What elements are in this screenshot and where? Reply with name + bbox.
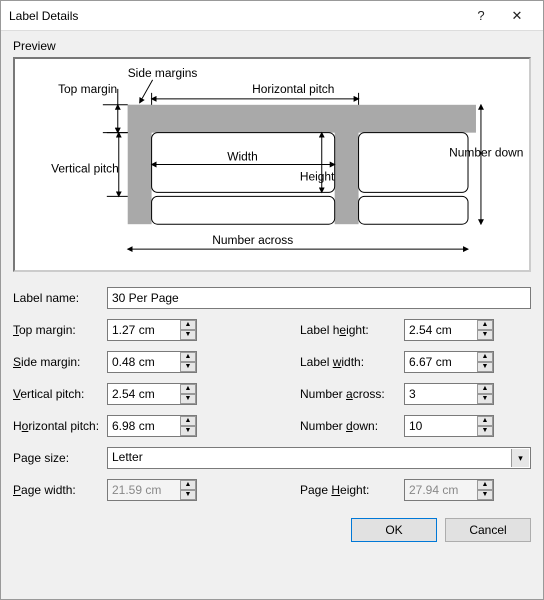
top-margin-spinner[interactable]: ▲▼ (180, 320, 196, 340)
page-height-label: Page Height: (300, 483, 404, 497)
page-size-select[interactable]: Letter ▾ (107, 447, 531, 469)
number-across-label: Number across: (300, 387, 404, 401)
label-name-label: Label name: (13, 291, 107, 305)
chevron-down-icon: ▾ (511, 449, 529, 467)
diagram-side-margins: Side margins (128, 66, 198, 80)
preview-box: Side margins Top margin Horizontal pitch… (13, 57, 531, 272)
label-name-input[interactable] (107, 287, 531, 309)
label-width-spinner[interactable]: ▲▼ (477, 352, 493, 372)
ok-button[interactable]: OK (351, 518, 437, 542)
side-margin-spinner[interactable]: ▲▼ (180, 352, 196, 372)
label-details-dialog: Label Details ? ✕ Preview Side m (0, 0, 544, 600)
preview-label: Preview (13, 39, 531, 53)
close-button[interactable]: ✕ (499, 2, 535, 30)
dialog-title: Label Details (9, 9, 463, 23)
diagram-horizontal-pitch: Horizontal pitch (252, 82, 334, 96)
label-width-label: Label width: (300, 355, 404, 369)
diagram-number-down: Number down (449, 146, 523, 160)
help-button[interactable]: ? (463, 2, 499, 30)
dialog-content: Preview Side margins Top (1, 31, 543, 556)
titlebar: Label Details ? ✕ (1, 1, 543, 31)
label-height-label: Label height: (300, 323, 404, 337)
page-width-label: Page width: (13, 483, 107, 497)
horizontal-pitch-label: Horizontal pitch: (13, 419, 107, 433)
label-height-spinner[interactable]: ▲▼ (477, 320, 493, 340)
vertical-pitch-label: Vertical pitch: (13, 387, 107, 401)
top-margin-label: Top margin: (13, 323, 107, 337)
number-across-spinner[interactable]: ▲▼ (477, 384, 493, 404)
label-diagram: Side margins Top margin Horizontal pitch… (21, 65, 523, 264)
diagram-number-across: Number across (212, 233, 293, 247)
cancel-button[interactable]: Cancel (445, 518, 531, 542)
number-down-spinner[interactable]: ▲▼ (477, 416, 493, 436)
page-size-label: Page size: (13, 451, 107, 465)
diagram-vertical-pitch: Vertical pitch (51, 161, 119, 175)
page-width-spinner[interactable]: ▲▼ (180, 480, 196, 500)
page-size-value: Letter (112, 450, 143, 464)
dialog-buttons: OK Cancel (13, 512, 531, 548)
vertical-pitch-spinner[interactable]: ▲▼ (180, 384, 196, 404)
diagram-width: Width (227, 150, 258, 164)
form: Label name: Top margin: ▲▼ Label height:… (13, 286, 531, 548)
horizontal-pitch-spinner[interactable]: ▲▼ (180, 416, 196, 436)
number-down-label: Number down: (300, 419, 404, 433)
diagram-height: Height (300, 169, 335, 183)
page-height-spinner[interactable]: ▲▼ (477, 480, 493, 500)
diagram-top-margin: Top margin (58, 82, 117, 96)
side-margin-label: Side margin: (13, 355, 107, 369)
